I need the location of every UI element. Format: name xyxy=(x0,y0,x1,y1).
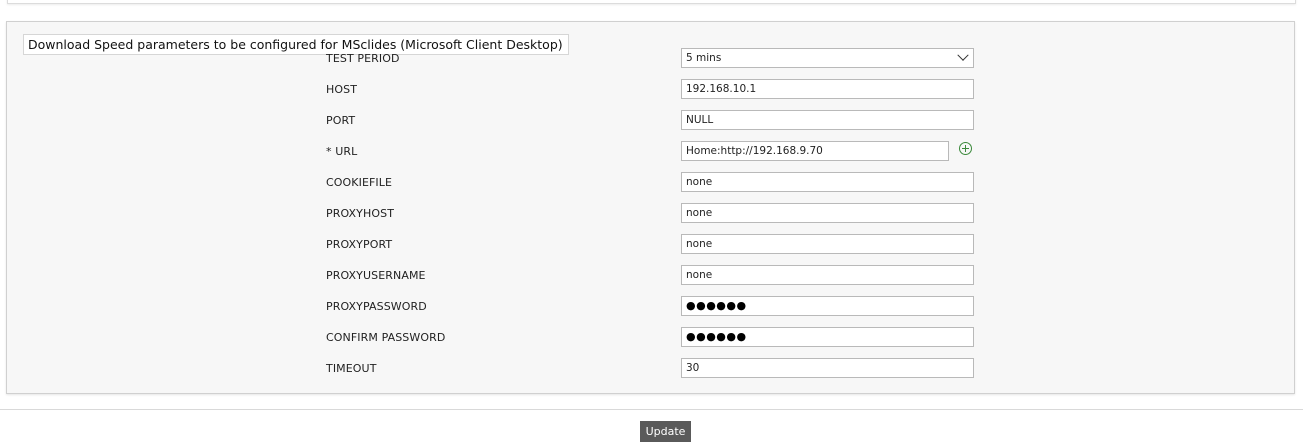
proxyusername-input[interactable]: none xyxy=(681,265,974,285)
chevron-down-icon xyxy=(957,49,969,61)
proxyusername-label: PROXYUSERNAME xyxy=(326,269,426,282)
proxyport-input[interactable]: none xyxy=(681,234,974,254)
test-period-value: 5 mins xyxy=(686,52,722,64)
proxyhost-input[interactable]: none xyxy=(681,203,974,223)
url-input[interactable]: Home:http://192.168.9.70 xyxy=(681,141,949,161)
update-button[interactable]: Update xyxy=(640,421,691,442)
confirm-password-input[interactable]: ●●●●●● xyxy=(681,327,974,347)
confirm-password-label: CONFIRM PASSWORD xyxy=(326,331,446,344)
test-period-select[interactable]: 5 mins xyxy=(681,48,974,68)
cookiefile-label: COOKIEFILE xyxy=(326,176,393,189)
add-circle-icon[interactable] xyxy=(959,142,972,155)
proxyhost-label: PROXYHOST xyxy=(326,207,395,220)
proxypassword-label: PROXYPASSWORD xyxy=(326,300,427,313)
port-label: PORT xyxy=(326,114,356,127)
timeout-input[interactable]: 30 xyxy=(681,358,974,378)
proxyport-label: PROXYPORT xyxy=(326,238,393,251)
timeout-label: TIMEOUT xyxy=(326,362,377,375)
test-period-label: TEST PERIOD xyxy=(326,52,400,65)
host-input[interactable]: 192.168.10.1 xyxy=(681,79,974,99)
port-input[interactable]: NULL xyxy=(681,110,974,130)
footer-divider xyxy=(0,409,1303,410)
proxypassword-input[interactable]: ●●●●●● xyxy=(681,296,974,316)
fieldset-legend: Download Speed parameters to be configur… xyxy=(23,34,569,55)
cookiefile-input[interactable]: none xyxy=(681,172,974,192)
top-panel-edge xyxy=(7,0,1296,4)
download-speed-fieldset: Download Speed parameters to be configur… xyxy=(6,21,1295,394)
url-label: * URL xyxy=(326,145,358,158)
host-label: HOST xyxy=(326,83,358,96)
